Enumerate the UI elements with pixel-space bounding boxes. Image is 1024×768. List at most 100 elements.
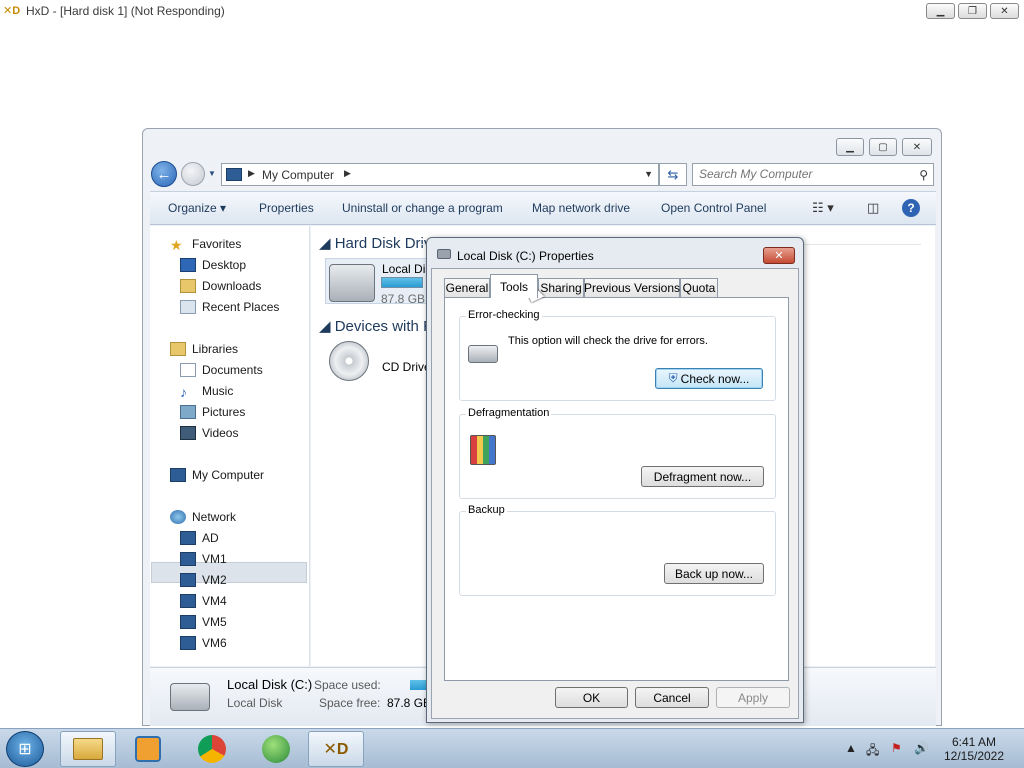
tab-quota[interactable]: Quota [680, 278, 718, 297]
recent-places-icon [180, 300, 196, 314]
back-up-now-button[interactable]: Back up now... [664, 563, 764, 584]
taskbar-network-app-button[interactable] [248, 731, 304, 767]
map-network-drive-button[interactable]: Map network drive [532, 201, 630, 215]
removable-storage-group-header[interactable]: ◢ Devices with R [319, 317, 434, 335]
refresh-button[interactable]: ⇆ [659, 163, 687, 186]
computer-icon [226, 168, 242, 181]
nav-network[interactable]: Network [170, 507, 236, 527]
network-computer-icon [180, 636, 196, 650]
nav-host-vm2[interactable]: VM2 [180, 570, 227, 590]
address-bar[interactable]: ▶ My Computer ▶ ▼ [221, 163, 659, 186]
nav-host-vm1[interactable]: VM1 [180, 549, 227, 569]
disk-usage-bar [381, 277, 423, 288]
nav-libraries[interactable]: Libraries [170, 339, 238, 359]
breadcrumb-chevron-icon[interactable]: ▶ [248, 168, 255, 179]
cd-drive-name[interactable]: CD Drive [382, 360, 431, 374]
error-checking-legend: Error-checking [466, 309, 542, 321]
network-computer-icon [180, 594, 196, 608]
search-box[interactable]: ⚲ [692, 163, 934, 186]
help-icon[interactable]: ? [902, 199, 920, 217]
error-checking-description: This option will check the drive for err… [508, 335, 708, 347]
nav-host-vm6[interactable]: VM6 [180, 633, 227, 653]
network-status-icon[interactable]: 🖧 [866, 741, 879, 762]
computer-icon [170, 468, 186, 482]
volume-icon[interactable]: 🔊 [914, 741, 929, 755]
nav-desktop[interactable]: Desktop [180, 255, 246, 275]
show-hidden-icons-icon[interactable]: ▲ [845, 741, 857, 755]
breadcrumb-chevron-icon[interactable]: ▶ [344, 168, 351, 179]
pictures-icon [180, 405, 196, 419]
explorer-minimize-button[interactable]: ▁ [836, 138, 864, 156]
action-center-flag-icon[interactable]: ⚑ [891, 741, 902, 755]
documents-icon [180, 363, 196, 377]
videos-icon [180, 426, 196, 440]
nav-recent-places[interactable]: Recent Places [180, 297, 279, 317]
tab-tools[interactable]: Tools [490, 274, 538, 298]
nav-music[interactable]: ♪ Music [180, 381, 233, 401]
nav-pictures[interactable]: Pictures [180, 402, 245, 422]
system-clock[interactable]: 6:41 AM 12/15/2022 [938, 735, 1010, 763]
breadcrumb-my-computer[interactable]: My Computer [262, 168, 334, 182]
forward-button[interactable] [181, 162, 205, 186]
nav-videos[interactable]: Videos [180, 423, 238, 443]
dialog-close-button[interactable]: ✕ [763, 247, 795, 264]
search-input[interactable] [699, 167, 909, 181]
check-disk-icon [468, 345, 498, 363]
star-icon: ★ [170, 237, 183, 253]
hard-disk-icon [329, 264, 375, 302]
minimize-button[interactable]: ▁ [926, 3, 955, 19]
open-control-panel-button[interactable]: Open Control Panel [661, 201, 766, 215]
ok-button[interactable]: OK [555, 687, 628, 708]
nav-host-ad[interactable]: AD [180, 528, 219, 548]
navigation-pane: ★ Favorites Desktop Downloads Recent Plac… [150, 226, 310, 666]
nav-documents[interactable]: Documents [180, 360, 263, 380]
preview-pane-icon[interactable]: ◫ [867, 200, 879, 216]
clock-time: 6:41 AM [951, 735, 997, 749]
tab-sharing[interactable]: Sharing [538, 278, 584, 297]
refresh-icon: ⇆ [667, 166, 679, 182]
music-icon: ♪ [180, 384, 187, 400]
nav-favorites[interactable]: ★ Favorites [170, 234, 241, 254]
explorer-close-button[interactable]: ✕ [902, 138, 932, 156]
taskbar-hxd-button[interactable]: ✕D [308, 731, 364, 767]
network-computer-icon [180, 531, 196, 545]
downloads-folder-icon [180, 279, 196, 293]
desktop-icon [180, 258, 196, 272]
hxd-app-icon: ✕D [323, 741, 349, 758]
nav-downloads[interactable]: Downloads [180, 276, 261, 296]
properties-button[interactable]: Properties [259, 201, 314, 215]
apply-button[interactable]: Apply [716, 687, 790, 708]
uninstall-program-button[interactable]: Uninstall or change a program [342, 201, 503, 215]
recent-pages-dropdown-icon[interactable]: ▼ [208, 169, 216, 178]
search-icon[interactable]: ⚲ [919, 168, 928, 182]
address-dropdown-icon[interactable]: ▼ [644, 169, 653, 179]
nav-host-vm5[interactable]: VM5 [180, 612, 227, 632]
taskbar-chrome-button[interactable] [184, 731, 240, 767]
taskbar-explorer-button[interactable] [60, 731, 116, 767]
error-checking-group: Error-checking This option will check th… [459, 309, 776, 401]
local-disk-free-space: 87.8 GB f [381, 292, 432, 306]
nav-my-computer[interactable]: My Computer [170, 465, 264, 485]
defragment-now-button[interactable]: Defragment now... [641, 466, 764, 487]
hard-disk-group-header[interactable]: ◢ Hard Disk Driv [319, 234, 431, 252]
tools-tab-panel: Error-checking This option will check th… [444, 297, 789, 681]
windows-logo-icon: ⊞ [18, 741, 32, 758]
back-button[interactable]: ← [151, 161, 177, 187]
tab-general[interactable]: General [444, 278, 490, 297]
properties-dialog: Local Disk (C:) Properties ✕ General Too… [426, 237, 804, 723]
restore-button[interactable]: ❐ [958, 3, 987, 19]
check-now-button[interactable]: ⛨ Check now... [655, 368, 763, 389]
nav-host-vm4[interactable]: VM4 [180, 591, 227, 611]
dialog-titlebar[interactable]: Local Disk (C:) Properties ✕ [427, 238, 803, 268]
close-button[interactable]: ✕ [990, 3, 1019, 19]
taskbar-media-player-button[interactable] [120, 731, 176, 767]
explorer-maximize-button[interactable]: ▢ [869, 138, 897, 156]
libraries-icon [170, 342, 186, 356]
change-view-icon[interactable]: ☷ ▾ [812, 200, 834, 216]
start-button[interactable]: ⊞ [6, 731, 44, 767]
cancel-button[interactable]: Cancel [635, 687, 709, 708]
backup-legend: Backup [466, 504, 507, 516]
organize-menu[interactable]: Organize ▾ [168, 201, 226, 215]
taskbar: ⊞ ✕D ▲ 🖧 ⚑ 🔊 6:41 AM 12/15/2022 [0, 728, 1024, 768]
tab-previous-versions[interactable]: Previous Versions [584, 278, 680, 297]
